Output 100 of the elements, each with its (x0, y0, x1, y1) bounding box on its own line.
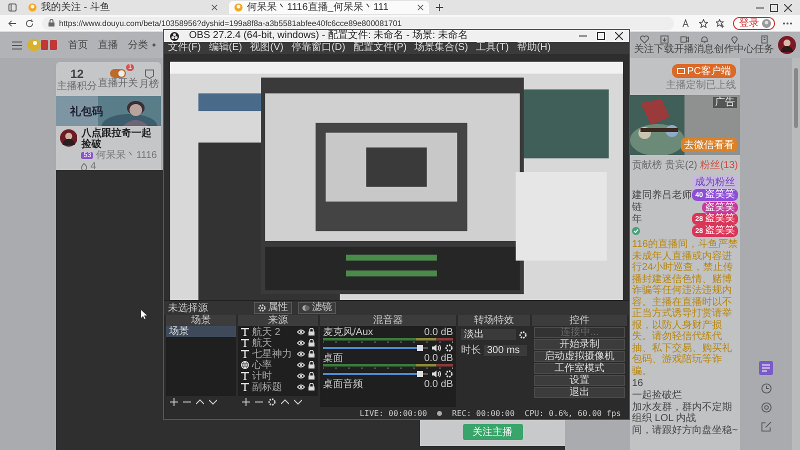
up-icon[interactable] (196, 398, 204, 406)
more-icon[interactable] (783, 22, 792, 24)
chat-line: 间，请跟好方向盘坐稳~ (631, 425, 739, 436)
maximize-icon[interactable] (597, 32, 605, 40)
channel-db: 0.0 dB (424, 327, 453, 338)
header-link[interactable]: 开播 (674, 35, 694, 55)
menu-item[interactable]: 编辑(E) (208, 42, 242, 54)
eye-icon[interactable] (297, 372, 305, 378)
source-name[interactable]: 七星神力 (252, 346, 294, 360)
control-button[interactable]: 开始录制 (534, 339, 625, 350)
tab-actions-icon[interactable] (8, 3, 17, 12)
source-tool-button[interactable]: 属性 (254, 302, 292, 314)
source-name[interactable]: 航天 2 (252, 326, 294, 338)
switch-label: 直播开关 (98, 78, 138, 89)
scene-item[interactable]: 场景 (166, 326, 236, 337)
settings-icon[interactable] (445, 344, 453, 352)
lock-icon[interactable] (308, 350, 315, 358)
streamer-avatar[interactable] (60, 128, 78, 148)
duration-label: 时长 (461, 344, 481, 357)
transition-select[interactable]: 淡出 (461, 329, 516, 340)
eye-icon[interactable] (297, 328, 305, 334)
history-icon[interactable] (760, 383, 772, 394)
settings-icon[interactable] (268, 398, 276, 406)
control-button[interactable]: 设置 (534, 375, 625, 386)
menu-item[interactable]: 停靠窗口(D) (291, 42, 346, 54)
menu-item[interactable]: 帮助(H) (516, 42, 551, 54)
back-arrow-icon[interactable] (8, 18, 17, 28)
menu-icon[interactable] (12, 40, 22, 50)
edit-icon[interactable] (760, 421, 772, 432)
survey-icon[interactable] (759, 361, 773, 375)
fan-medal: 盗笑笑 (702, 202, 738, 212)
announcement-text: 116的直播间，斗鱼严禁未成年人直播或内容进行24小时巡查，禁止传播封建迷信色情、赌博诈骗等任何违法违规内容。主播在直播时以不正当方式诱导打赏请举报，以防人身财产损失。请勿轻信代练代抽、私下交易、购买礼包码、游戏陪玩等诈骗。 (631, 239, 739, 377)
close-icon[interactable] (417, 4, 424, 11)
control-button[interactable]: 退出 (534, 387, 625, 398)
speaker-icon[interactable] (432, 370, 441, 378)
become-fan-button[interactable]: 成为粉丝 (692, 175, 738, 189)
nav-link[interactable]: 首页 (68, 38, 88, 52)
eye-icon[interactable] (297, 340, 305, 346)
target-icon[interactable] (760, 402, 772, 413)
banner[interactable]: 礼包码 (56, 96, 161, 126)
eye-icon[interactable] (297, 384, 305, 390)
avatar[interactable] (778, 36, 796, 54)
menu-item[interactable]: 视图(V) (250, 42, 284, 54)
menu-item[interactable]: 文件(F) (168, 42, 201, 54)
ad-tag: 广告 (713, 97, 737, 108)
source-name[interactable]: 计时 (252, 368, 294, 382)
menu-item[interactable]: 配置文件(P) (353, 42, 407, 54)
header-link[interactable]: 任务 (754, 35, 774, 55)
down-icon[interactable] (209, 398, 217, 406)
new-tab-icon[interactable] (435, 3, 444, 12)
close-icon[interactable] (615, 32, 623, 40)
close-icon[interactable] (211, 4, 218, 11)
no-source-label: 未选择源 (168, 302, 209, 314)
favorites-icon[interactable] (716, 18, 725, 28)
settings-icon[interactable] (519, 330, 527, 338)
scrollbar[interactable] (792, 58, 800, 450)
duration-field[interactable]: 300 ms (484, 344, 527, 356)
header-link[interactable]: 下载 (654, 35, 674, 55)
shield-icon[interactable] (144, 68, 154, 78)
maximize-icon[interactable] (770, 4, 778, 12)
refresh-icon[interactable] (25, 18, 34, 28)
source-tool-button[interactable]: 滤镜 (298, 302, 336, 314)
read-aloud-icon[interactable] (682, 18, 691, 28)
header-link[interactable]: 关注 (634, 35, 654, 55)
down-icon[interactable] (294, 398, 302, 406)
source-name[interactable]: 航天 (252, 336, 294, 350)
source-name[interactable]: 副标题 (252, 380, 294, 394)
add-icon[interactable] (242, 398, 250, 406)
live-status: LIVE: 00:00:00 (360, 408, 428, 418)
lock-icon[interactable] (308, 372, 315, 380)
cpu-status: CPU: 0.6%, 60.00 fps (524, 408, 621, 418)
toggle-icon[interactable] (110, 69, 126, 78)
add-icon[interactable] (170, 398, 178, 406)
lock-icon[interactable] (308, 360, 315, 368)
lock-icon[interactable] (308, 338, 315, 346)
eye-icon[interactable] (297, 362, 305, 368)
rec-status: REC: 00:00:00 (452, 408, 515, 418)
channel-name: 桌面音频 (323, 379, 363, 390)
close-icon[interactable] (784, 4, 792, 12)
up-icon[interactable] (281, 398, 289, 406)
star-icon[interactable] (699, 18, 708, 28)
monitor-icon (677, 68, 686, 74)
eye-icon[interactable] (297, 350, 305, 356)
menu-item[interactable]: 场景集合(S) (414, 42, 468, 54)
nav-link[interactable]: 分类 (128, 38, 148, 52)
lock-icon[interactable] (308, 382, 315, 390)
login-button[interactable]: 登录 (733, 16, 775, 30)
control-button[interactable]: 启动虚拟摄像机 (534, 351, 625, 362)
header-link[interactable]: 创作中心 (714, 35, 754, 55)
source-name[interactable]: 心率 (252, 358, 294, 372)
control-button[interactable]: 工作室模式 (534, 363, 625, 374)
speaker-icon[interactable] (432, 344, 441, 352)
header-link[interactable]: 消息 (694, 35, 714, 55)
address-field[interactable]: https://www.douyu.com/beta/10358956?dyshid=199a8f8a-a3b5581abfee40fc6cce89e800081701 (42, 16, 674, 30)
browser-tab[interactable]: 何呆呆丶1116直播_何呆呆丶111 (229, 1, 429, 14)
menu-item[interactable]: 工具(T) (476, 42, 509, 54)
nav-link[interactable]: 直播 (98, 38, 118, 52)
settings-icon[interactable] (445, 370, 453, 378)
lock-icon[interactable] (308, 328, 315, 336)
banner-text: 礼包码 (70, 104, 103, 118)
